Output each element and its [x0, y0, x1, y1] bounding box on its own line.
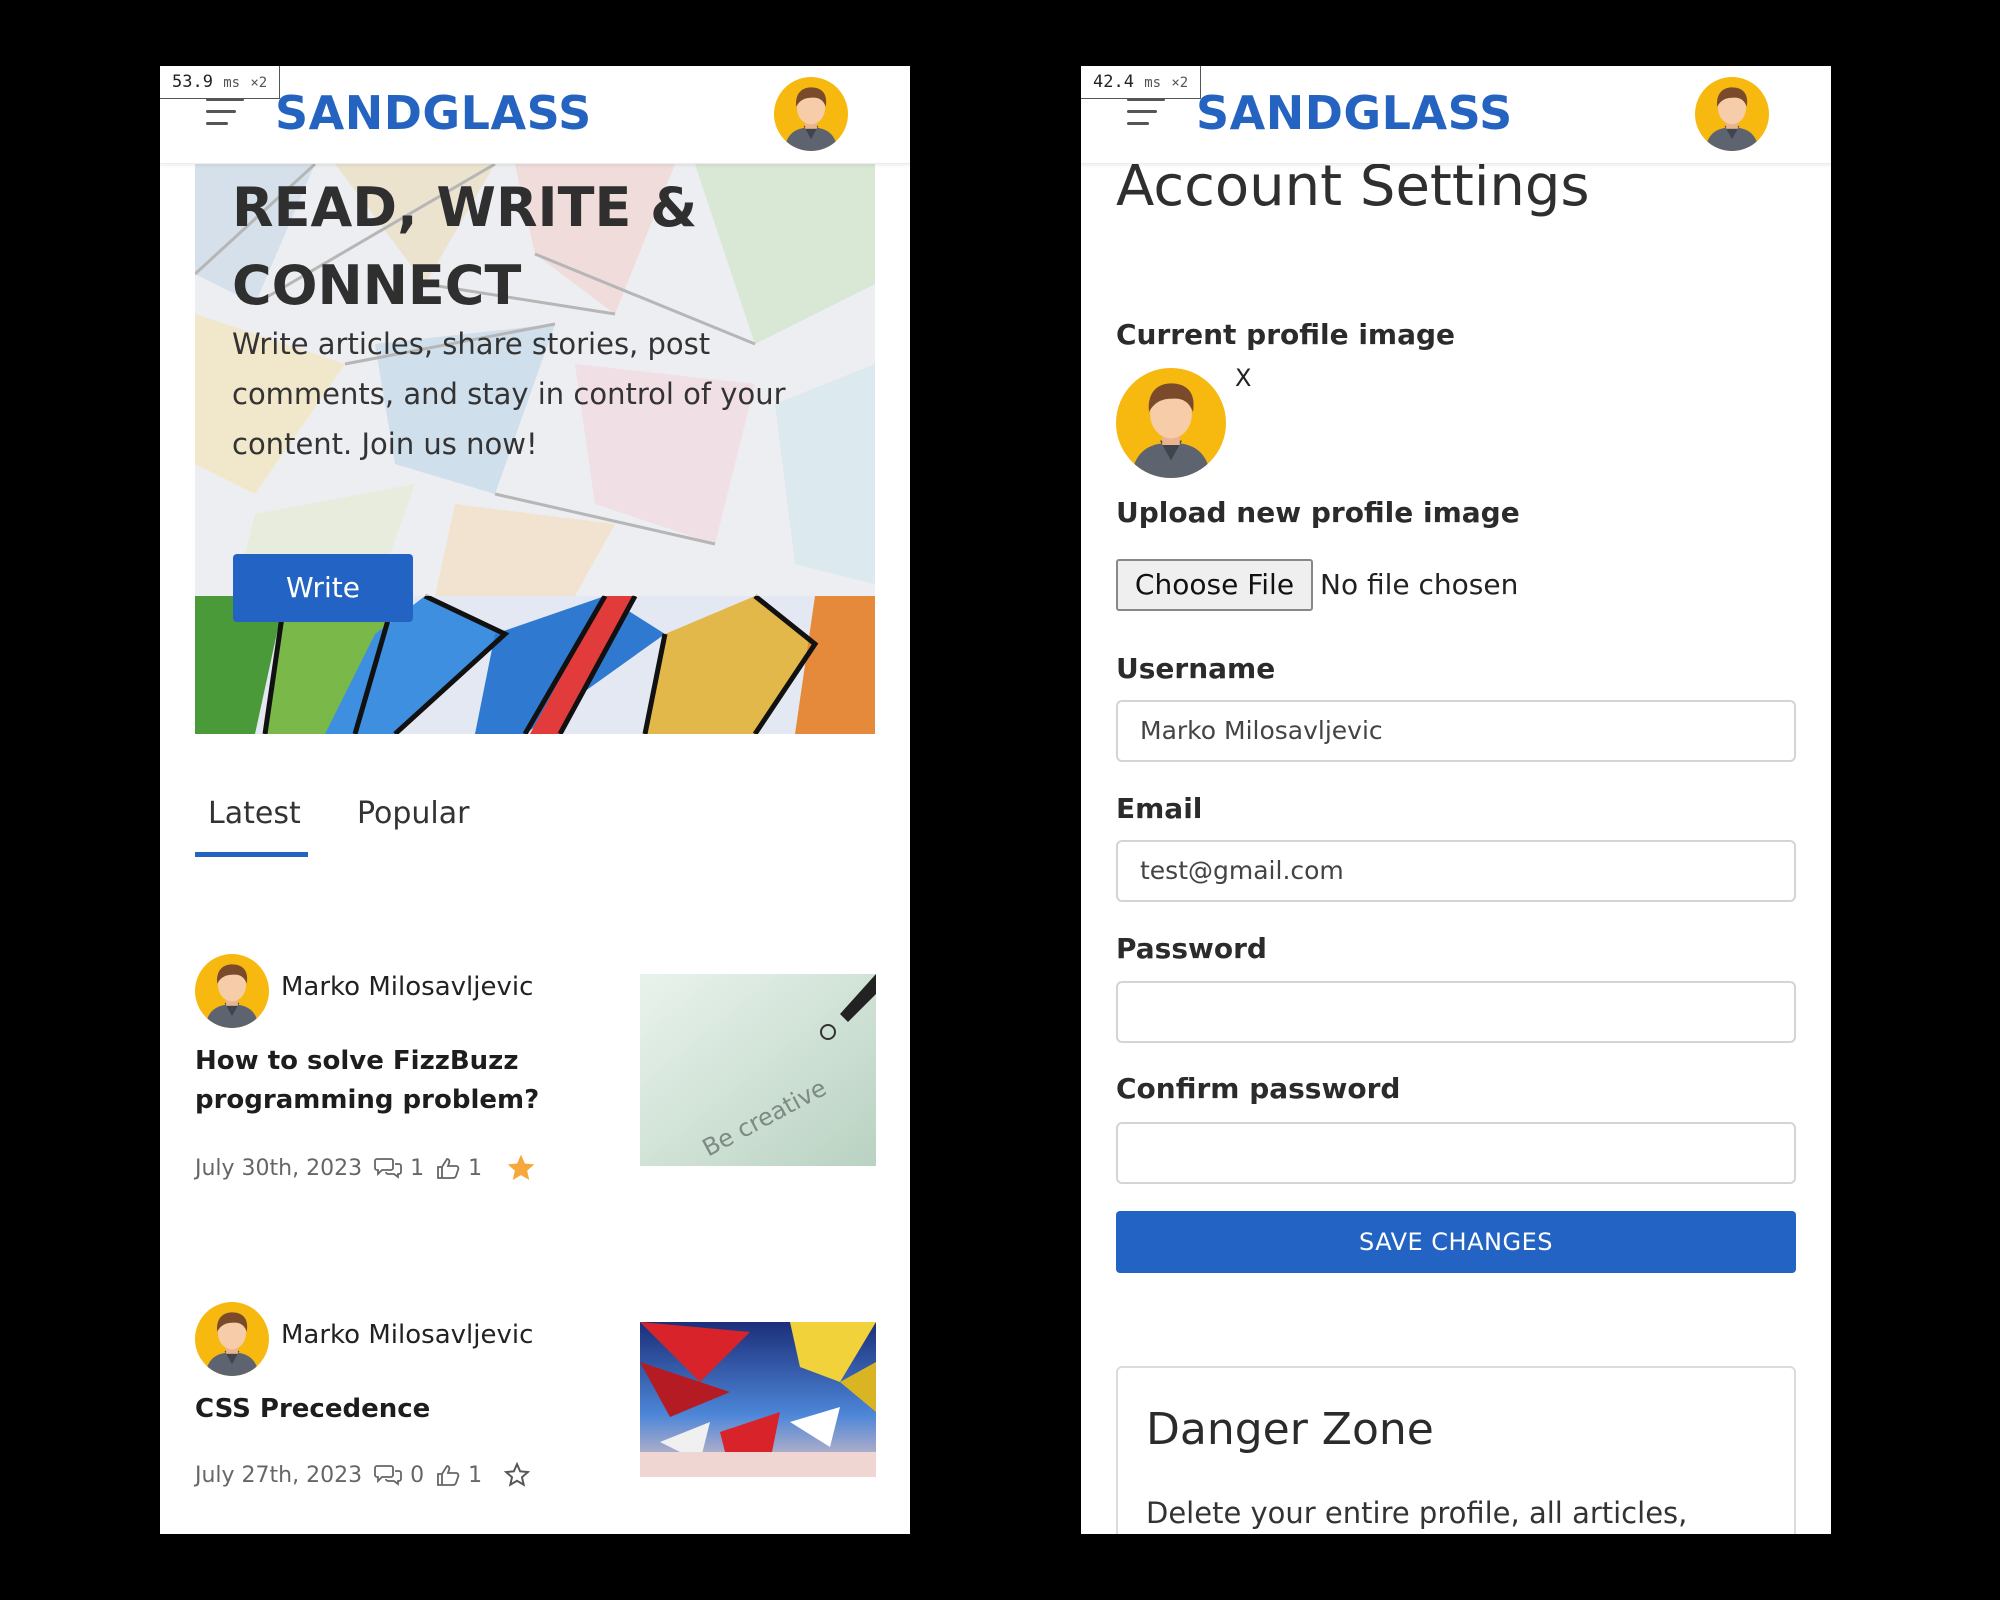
article-date: July 27th, 2023	[195, 1462, 363, 1488]
danger-zone-title: Danger Zone	[1146, 1404, 1434, 1455]
timing-value: 53.9	[172, 72, 213, 92]
hero-banner: READ, WRITE & CONNECT Write articles, sh…	[195, 164, 875, 734]
email-field[interactable]: test@gmail.com	[1116, 840, 1796, 902]
author-avatar[interactable]	[195, 1302, 269, 1376]
write-button[interactable]: Write	[233, 554, 413, 622]
author-avatar[interactable]	[195, 954, 269, 1028]
active-tab-indicator	[195, 852, 308, 857]
like-icon[interactable]	[436, 1157, 460, 1179]
comments-count: 0	[410, 1462, 425, 1488]
article-date: July 30th, 2023	[195, 1155, 363, 1181]
likes-count: 1	[468, 1155, 483, 1181]
render-timing-badge: 53.9 ms ×2	[160, 66, 281, 99]
user-avatar[interactable]	[1695, 77, 1769, 151]
likes-count: 1	[468, 1462, 483, 1488]
username-label: Username	[1116, 652, 1276, 685]
danger-zone-card: Danger Zone Delete your entire profile, …	[1116, 1366, 1796, 1534]
menu-icon[interactable]	[1127, 98, 1165, 126]
article-card: Marko Milosavljevic How to solve FizzBuz…	[195, 954, 876, 1204]
tab-popular[interactable]: Popular	[357, 796, 470, 831]
article-card: Marko Milosavljevic CSS Precedence July …	[195, 1302, 876, 1534]
article-title[interactable]: CSS Precedence	[195, 1390, 615, 1429]
confirm-password-field[interactable]	[1116, 1122, 1796, 1184]
brand-logo[interactable]: SANDGLASS	[1196, 86, 1513, 140]
email-label: Email	[1116, 792, 1203, 825]
save-changes-button[interactable]: SAVE CHANGES	[1116, 1211, 1796, 1273]
home-screen: 53.9 ms ×2 SANDGLASS READ, WRITE & CONNE…	[160, 66, 910, 1534]
article-thumbnail[interactable]: Be creative	[640, 974, 876, 1166]
comments-count: 1	[410, 1155, 425, 1181]
no-file-status: No file chosen	[1320, 568, 1519, 601]
star-filled-icon[interactable]	[504, 1152, 538, 1184]
timing-unit: ms	[1144, 75, 1162, 91]
brand-logo[interactable]: SANDGLASS	[275, 86, 592, 140]
upload-image-label: Upload new profile image	[1116, 496, 1520, 529]
hero-description: Write articles, share stories, post comm…	[232, 327, 786, 461]
password-field[interactable]	[1116, 981, 1796, 1043]
choose-file-button[interactable]: Choose File	[1116, 559, 1313, 611]
comments-icon[interactable]	[374, 1157, 403, 1179]
current-profile-image	[1116, 368, 1226, 478]
password-label: Password	[1116, 932, 1267, 965]
article-meta: July 30th, 2023 1 1	[195, 1152, 546, 1184]
timing-multiplier: ×2	[1171, 75, 1189, 91]
timing-multiplier: ×2	[250, 75, 268, 91]
confirm-password-label: Confirm password	[1116, 1072, 1401, 1105]
star-outline-icon[interactable]	[504, 1462, 531, 1488]
current-image-label: Current profile image	[1116, 318, 1456, 351]
timing-value: 42.4	[1093, 72, 1134, 92]
like-icon[interactable]	[436, 1464, 460, 1486]
account-settings-screen: 42.4 ms ×2 SANDGLASS Account Settings Cu…	[1081, 66, 1831, 1534]
menu-icon[interactable]	[206, 98, 244, 126]
article-thumbnail[interactable]	[640, 1322, 876, 1477]
article-meta: July 27th, 2023 0 1	[195, 1462, 538, 1488]
danger-zone-description: Delete your entire profile, all articles…	[1146, 1496, 1688, 1530]
hero-title: READ, WRITE & CONNECT	[232, 176, 698, 317]
author-name[interactable]: Marko Milosavljevic	[281, 1320, 533, 1350]
article-title[interactable]: How to solve FizzBuzz programming proble…	[195, 1042, 615, 1120]
user-avatar[interactable]	[774, 77, 848, 151]
remove-image-button[interactable]: X	[1235, 364, 1251, 392]
author-name[interactable]: Marko Milosavljevic	[281, 972, 533, 1002]
comments-icon[interactable]	[374, 1464, 403, 1486]
render-timing-badge: 42.4 ms ×2	[1081, 66, 1202, 99]
timing-unit: ms	[223, 75, 241, 91]
tab-latest[interactable]: Latest	[208, 796, 301, 831]
username-field[interactable]: Marko Milosavljevic	[1116, 700, 1796, 762]
